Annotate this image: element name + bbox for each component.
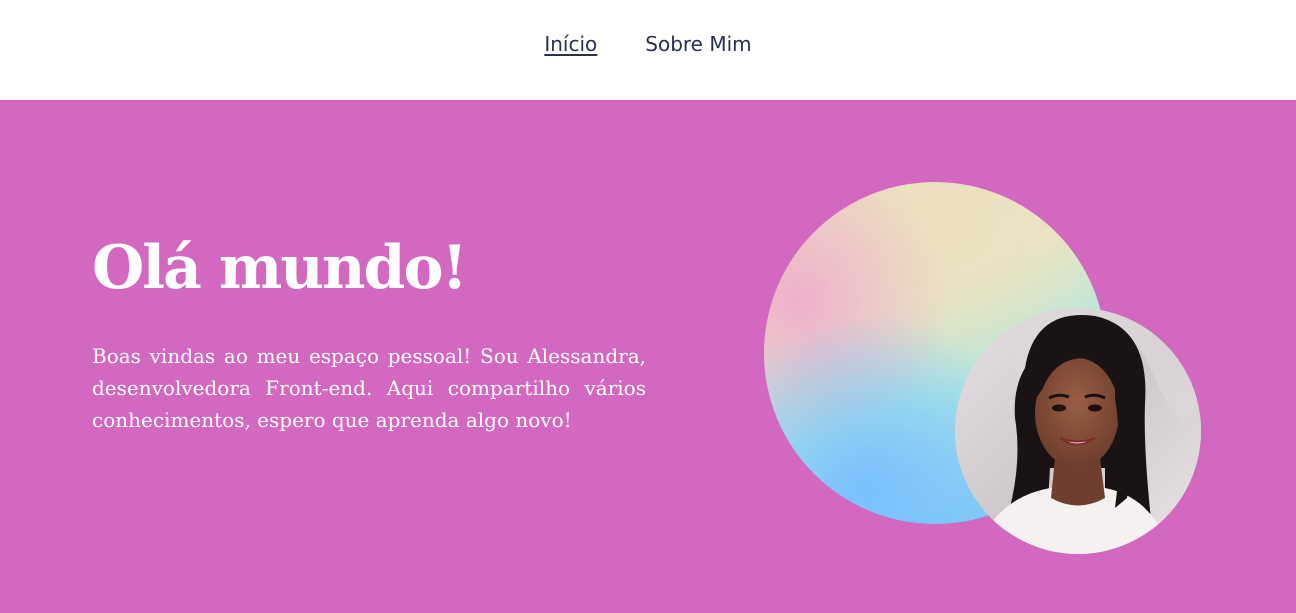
- nav-link-inicio[interactable]: Início: [544, 30, 597, 58]
- profile-photo: [955, 308, 1201, 554]
- hero-description: Boas vindas ao meu espaço pessoal! Sou A…: [92, 344, 646, 432]
- top-navigation: Início Sobre Mim: [0, 0, 1296, 100]
- profile-photo-illustration: [955, 308, 1201, 554]
- hero-title: Olá mundo!: [92, 233, 468, 303]
- nav-link-sobre-mim[interactable]: Sobre Mim: [645, 30, 751, 58]
